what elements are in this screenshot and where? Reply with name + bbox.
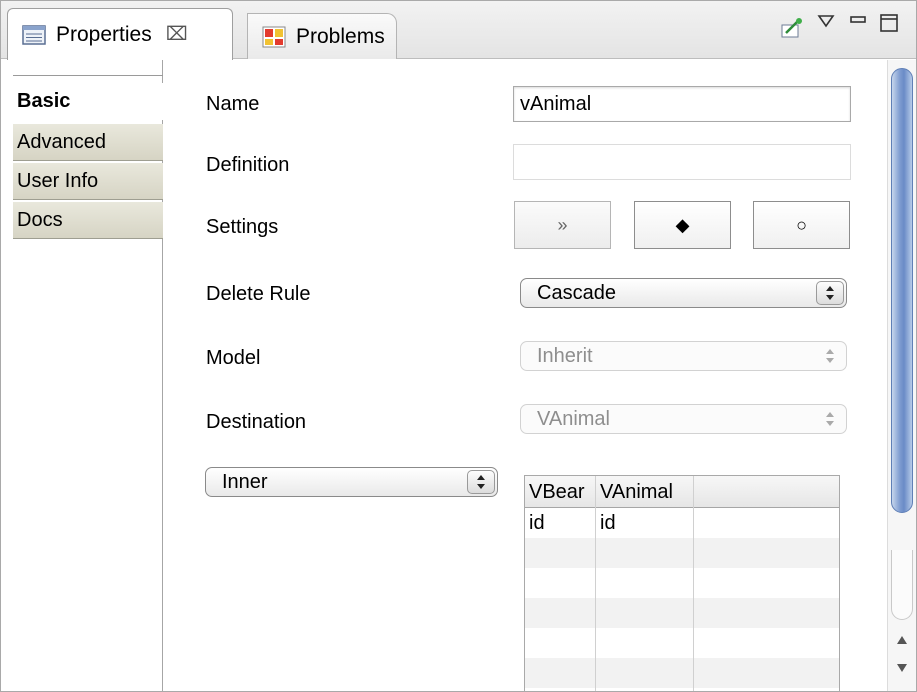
settings-diamond-button[interactable]: ◆ <box>634 201 731 249</box>
join-type-value: Inner <box>222 470 268 493</box>
side-tab-advanced[interactable]: Advanced <box>13 124 163 161</box>
model-label: Model <box>206 347 261 369</box>
view-tab-bar: Properties ⌧ Problems <box>1 1 916 60</box>
side-tab-user-info[interactable]: User Info <box>13 163 163 200</box>
settings-expand-button[interactable]: » <box>514 201 611 249</box>
table-cell[interactable]: id <box>596 508 693 538</box>
settings-circle-button[interactable]: ○ <box>753 201 850 249</box>
tab-properties-label: Properties <box>56 22 152 46</box>
scroll-up-button[interactable] <box>888 626 916 654</box>
scroll-down-button[interactable] <box>888 654 916 682</box>
vertical-scrollbar[interactable] <box>887 60 916 691</box>
scroll-track[interactable] <box>891 550 913 620</box>
table-row <box>525 568 839 598</box>
side-tab-docs[interactable]: Docs <box>13 202 163 239</box>
column-divider <box>693 476 694 691</box>
pin-view-button[interactable] <box>779 15 805 41</box>
destination-label: Destination <box>206 411 307 433</box>
side-tab-basic[interactable]: Basic <box>13 83 164 120</box>
delete-rule-label: Delete Rule <box>206 283 311 305</box>
join-type-select[interactable]: Inner <box>205 467 498 497</box>
maximize-icon <box>880 14 898 32</box>
view-menu-button[interactable] <box>815 11 837 31</box>
close-tab-icon[interactable]: ⌧ <box>166 23 188 46</box>
table-row <box>525 598 839 628</box>
delete-rule-select[interactable]: Cascade <box>520 278 847 308</box>
table-row <box>525 538 839 568</box>
select-arrows-icon <box>467 470 495 494</box>
tab-properties[interactable]: Properties ⌧ <box>7 8 233 60</box>
table-row <box>525 628 839 658</box>
definition-input[interactable] <box>513 144 851 180</box>
column-header-vanimal[interactable]: VAnimal <box>596 476 693 508</box>
maximize-button[interactable] <box>877 11 901 35</box>
select-arrows-icon <box>816 407 844 431</box>
delete-rule-value: Cascade <box>537 281 616 304</box>
problems-icon <box>262 26 286 47</box>
destination-select[interactable]: VAnimal <box>520 404 847 434</box>
triangle-down-icon <box>817 15 835 28</box>
tab-problems[interactable]: Problems <box>247 13 397 59</box>
name-label: Name <box>206 93 260 115</box>
side-tab-list: Basic Advanced User Info Docs <box>13 60 164 691</box>
select-arrows-icon <box>816 281 844 305</box>
model-value: Inherit <box>537 344 593 367</box>
arrow-down-icon <box>897 664 907 672</box>
minimize-button[interactable] <box>847 11 869 31</box>
minimize-icon <box>850 16 866 23</box>
side-tab-header <box>13 60 163 76</box>
properties-view: Properties ⌧ Problems Basic Advanced Use… <box>0 0 917 692</box>
arrow-up-icon <box>897 636 907 644</box>
join-table: VBear VAnimal id id <box>524 475 840 691</box>
model-select[interactable]: Inherit <box>520 341 847 371</box>
scroll-thumb[interactable] <box>891 68 913 513</box>
properties-icon <box>22 24 46 45</box>
tab-problems-label: Problems <box>296 24 385 48</box>
table-row <box>525 658 839 688</box>
pin-icon <box>781 18 802 38</box>
column-header-vbear[interactable]: VBear <box>525 476 595 508</box>
table-cell[interactable]: id <box>525 508 595 538</box>
name-input[interactable]: vAnimal <box>513 86 851 122</box>
select-arrows-icon <box>816 344 844 368</box>
destination-value: VAnimal <box>537 407 610 430</box>
definition-label: Definition <box>206 154 290 176</box>
properties-content: Basic Advanced User Info Docs Name Defin… <box>1 60 916 691</box>
settings-label: Settings <box>206 216 279 238</box>
